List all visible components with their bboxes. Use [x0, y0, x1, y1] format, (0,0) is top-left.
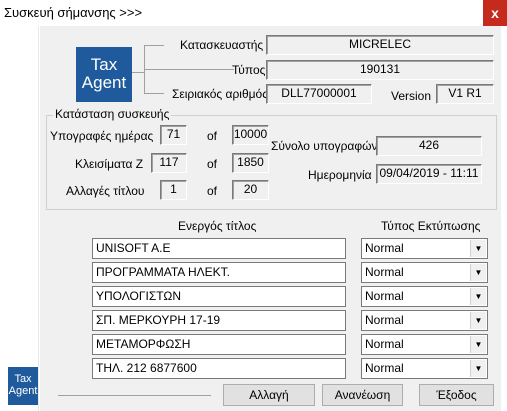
title-line-5-input[interactable]: ΜΕΤΑΜΟΡΦΩΣΗ — [92, 334, 346, 355]
date-field: 09/04/2019 - 11:11 — [376, 164, 482, 184]
daily-signatures-label: Υπογραφές ημέρας — [50, 129, 154, 143]
title-line-6-input[interactable]: ΤΗΛ. 212 6877600 — [92, 358, 346, 379]
device-status-title: Κατάσταση συσκευής — [53, 107, 172, 121]
version-label: Version — [391, 89, 432, 103]
print-type-6-select[interactable]: Normal ▼ — [361, 358, 488, 379]
z-closures-value: 117 — [151, 153, 187, 173]
chevron-down-icon[interactable]: ▼ — [470, 336, 486, 353]
chevron-down-icon[interactable]: ▼ — [470, 360, 486, 377]
logo-line1: Tax — [90, 55, 118, 74]
print-type-6-value: Normal — [365, 361, 404, 375]
refresh-button[interactable]: Ανανέωση — [322, 384, 403, 406]
of-label: of — [207, 129, 218, 143]
print-type-header: Τύπος Εκτύπωσης — [381, 219, 481, 233]
print-type-4-value: Normal — [365, 313, 404, 327]
chevron-down-icon[interactable]: ▼ — [470, 288, 486, 305]
title-line-1-input[interactable]: UNISOFT A.E — [92, 238, 346, 259]
print-type-1-value: Normal — [365, 241, 404, 255]
connector-line — [154, 93, 164, 94]
title-changes-value: 1 — [160, 180, 187, 200]
print-type-1-select[interactable]: Normal ▼ — [361, 238, 488, 259]
logo-small-line1: Tax — [14, 373, 32, 385]
of-label: of — [207, 184, 218, 198]
tax-agent-logo: Tax Agent — [76, 47, 132, 102]
side-strip — [6, 26, 39, 411]
window-title: Συσκευή σήμανσης >>> — [4, 5, 143, 20]
connector-line — [144, 69, 234, 70]
print-type-2-value: Normal — [365, 265, 404, 279]
print-type-4-select[interactable]: Normal ▼ — [361, 310, 488, 331]
connector-line — [154, 45, 164, 46]
change-button[interactable]: Αλλαγή — [223, 384, 315, 406]
z-closures-label: Κλεισίματα Ζ — [75, 157, 144, 171]
daily-signatures-value: 71 — [160, 125, 187, 145]
title-line-4-input[interactable]: ΣΠ. ΜΕΡΚΟΥΡΗ 17-19 — [92, 310, 346, 331]
close-button[interactable]: x — [483, 0, 507, 26]
print-type-3-value: Normal — [365, 289, 404, 303]
logo-small-line2: Agent — [8, 384, 38, 397]
total-signatures-field: 426 — [376, 136, 482, 156]
bottom-divider — [58, 395, 211, 396]
print-type-5-select[interactable]: Normal ▼ — [361, 334, 488, 355]
serial-label: Σειριακός αριθμός — [172, 87, 268, 101]
manufacturer-label: Κατασκευαστής — [180, 38, 264, 52]
type-label: Τύπος — [232, 63, 266, 77]
chevron-down-icon[interactable]: ▼ — [470, 312, 486, 329]
title-line-3-input[interactable]: ΥΠΟΛΟΓΙΣΤΩΝ — [92, 286, 346, 307]
title-changes-max: 20 — [232, 180, 269, 200]
daily-signatures-max: 10000 — [232, 125, 269, 145]
z-closures-max: 1850 — [232, 153, 269, 173]
logo-line2: Agent — [81, 72, 127, 92]
version-field: V1 R1 — [436, 84, 494, 104]
tax-agent-logo-small: Tax Agent — [8, 367, 38, 405]
active-title-header: Ενεργός τίτλος — [178, 219, 257, 233]
print-type-2-select[interactable]: Normal ▼ — [361, 262, 488, 283]
connector-line — [132, 72, 144, 73]
title-changes-label: Αλλαγές τίτλου — [66, 184, 145, 198]
print-type-3-select[interactable]: Normal ▼ — [361, 286, 488, 307]
exit-button[interactable]: Έξοδος — [419, 384, 494, 406]
connector-line — [144, 45, 154, 46]
title-line-2-input[interactable]: ΠΡΟΓΡΑΜΜΑΤΑ ΗΛΕΚΤ. — [92, 262, 346, 283]
chevron-down-icon[interactable]: ▼ — [470, 264, 486, 281]
type-field: 190131 — [266, 60, 494, 80]
total-signatures-label: Σύνολο υπογραφών — [271, 139, 378, 153]
print-type-5-value: Normal — [365, 337, 404, 351]
date-label: Ημερομηνία — [308, 168, 372, 182]
serial-field: DLL77000001 — [266, 84, 372, 104]
chevron-down-icon[interactable]: ▼ — [470, 240, 486, 257]
connector-line — [144, 93, 154, 94]
manufacturer-field: MICRELEC — [266, 35, 494, 55]
of-label: of — [207, 157, 218, 171]
